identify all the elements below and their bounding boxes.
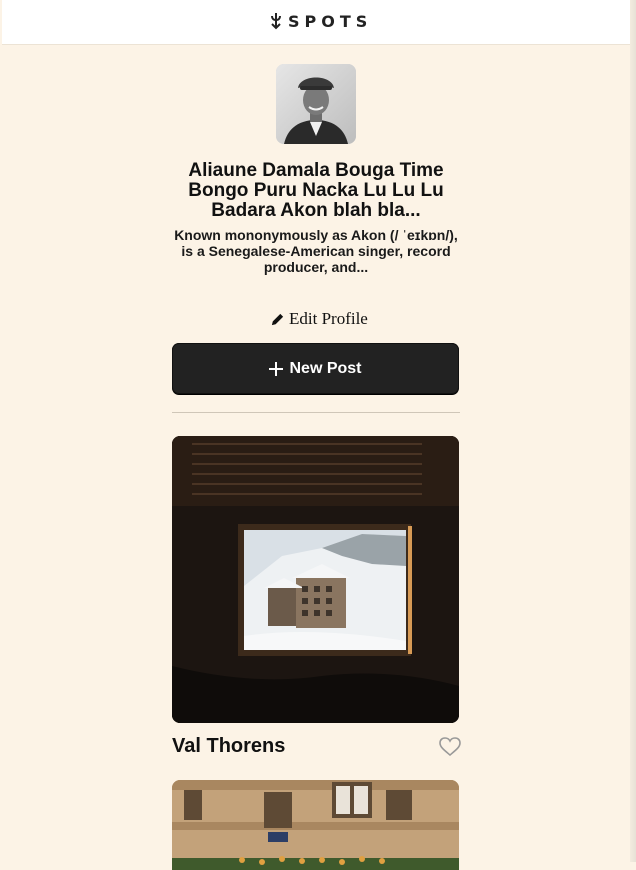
edit-profile-label: Edit Profile <box>289 309 368 328</box>
profile-name: Aliaune Damala Bouga Time Bongo Puru Nac… <box>188 160 444 221</box>
post-photo-building <box>172 780 459 870</box>
sprout-icon <box>271 13 281 30</box>
new-post-label: New Post <box>289 359 362 377</box>
heart-icon[interactable] <box>439 737 461 757</box>
pencil-icon <box>271 313 284 325</box>
edit-profile-button[interactable]: Edit Profile <box>270 307 368 331</box>
avatar-image <box>276 64 356 144</box>
logo-text: SPOTS <box>288 11 373 31</box>
post-title: Val Thorens <box>172 735 286 757</box>
post-image[interactable] <box>172 780 459 870</box>
new-post-button[interactable]: New Post <box>172 343 459 394</box>
post-photo-window <box>172 436 459 723</box>
profile-bio: Known mononymously as Akon (/ ˈeɪkɒn/), … <box>174 227 458 275</box>
scrollbar-edge <box>630 0 636 862</box>
top-bar: SPOTS <box>2 0 630 45</box>
divider <box>172 412 460 413</box>
avatar <box>276 64 356 144</box>
logo[interactable]: SPOTS <box>270 10 372 32</box>
plus-icon <box>269 361 284 376</box>
post-image[interactable] <box>172 436 459 723</box>
